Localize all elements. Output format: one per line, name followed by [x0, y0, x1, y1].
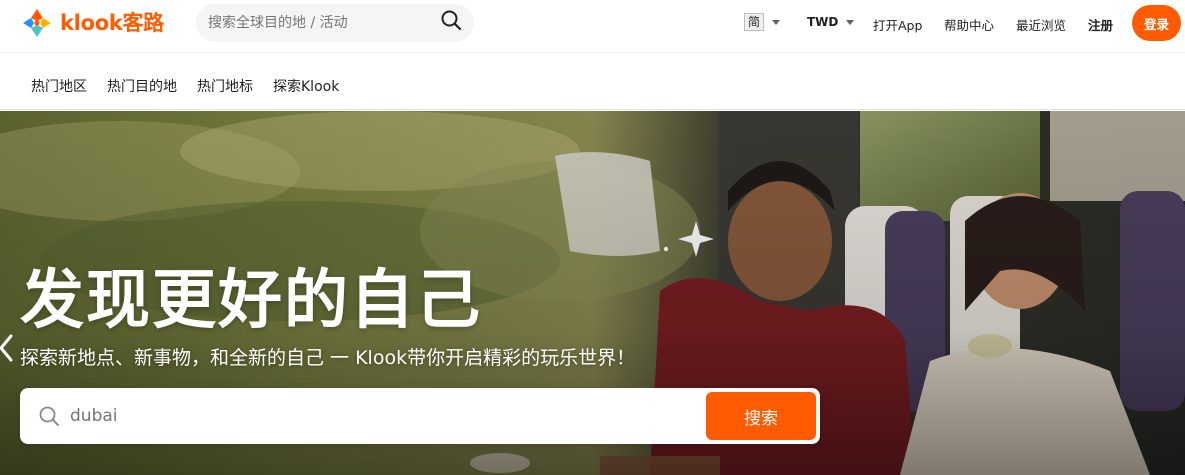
language-label: 简: [744, 13, 765, 31]
brand-name: klook客路: [60, 11, 164, 35]
language-selector[interactable]: 简: [744, 13, 781, 31]
category-tab-explore-klook[interactable]: 探索Klook: [273, 76, 339, 96]
top-header: klook客路 简 TWD 打开App 帮助中心 最近浏览 注册 登录: [0, 0, 1185, 52]
hero-title: 发现更好的自己: [20, 264, 482, 338]
hero-subtitle: 探索新地点、新事物，和全新的自己 一 Klook带你开启精彩的玩乐世界！: [20, 347, 636, 369]
chevron-down-icon: [772, 19, 781, 25]
category-nav: 热门地区 热门目的地 热门地标 探索Klook: [0, 52, 1185, 110]
register-link[interactable]: 注册: [1088, 15, 1113, 34]
hero-banner: 发现更好的自己 探索新地点、新事物，和全新的自己 一 Klook带你开启精彩的玩…: [0, 111, 1185, 475]
header-search-input[interactable]: [208, 4, 428, 42]
chevron-left-icon[interactable]: [0, 333, 14, 363]
help-center-link[interactable]: 帮助中心: [944, 15, 994, 34]
klook-logo-icon: [20, 6, 54, 40]
hero-search-button[interactable]: 搜索: [706, 392, 816, 440]
header-search-bar[interactable]: [196, 4, 474, 42]
category-tab-popular-landmarks[interactable]: 热门地标: [197, 76, 253, 96]
hero-search-bar[interactable]: 搜索: [20, 388, 820, 444]
hero-search-input[interactable]: [70, 388, 710, 444]
login-button[interactable]: 登录: [1132, 5, 1181, 41]
klook-logo[interactable]: klook客路: [20, 6, 164, 40]
search-icon[interactable]: [440, 9, 462, 31]
open-app-link[interactable]: 打开App: [873, 15, 922, 34]
search-icon: [38, 405, 60, 427]
category-tab-popular-regions[interactable]: 热门地区: [31, 76, 87, 96]
recently-viewed-link[interactable]: 最近浏览: [1016, 15, 1066, 34]
currency-label: TWD: [807, 15, 839, 29]
chevron-down-icon: [846, 19, 855, 25]
category-tab-popular-destinations[interactable]: 热门目的地: [107, 76, 177, 96]
currency-selector[interactable]: TWD: [807, 15, 855, 29]
